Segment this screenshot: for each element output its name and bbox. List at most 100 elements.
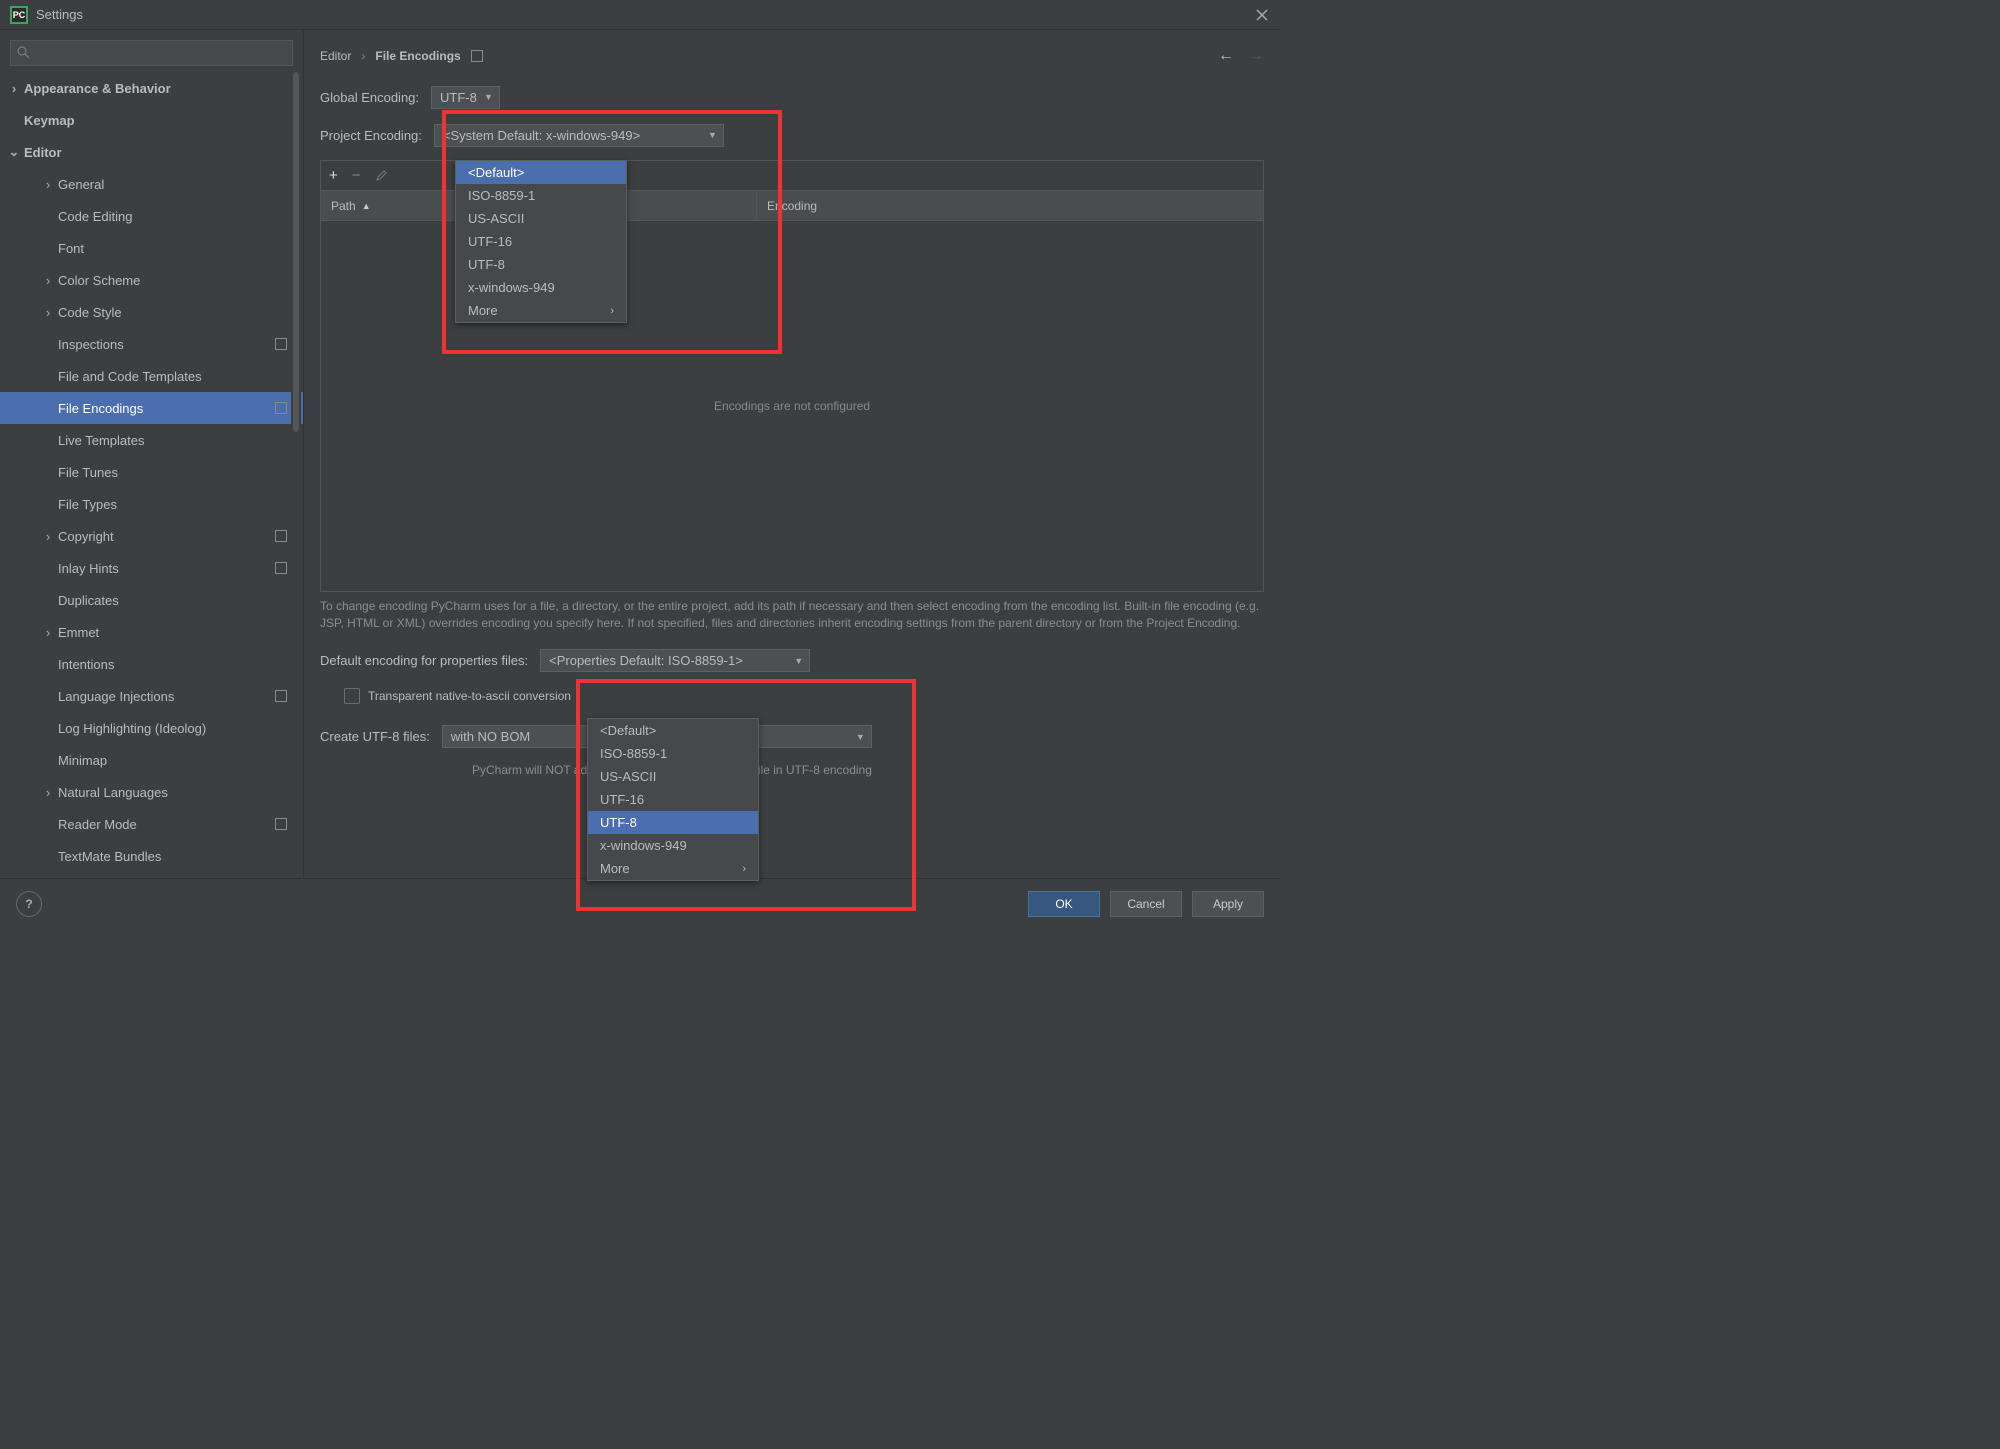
dropdown-item[interactable]: UTF-16 bbox=[456, 230, 626, 253]
sidebar-item[interactable]: ›Code Style bbox=[0, 296, 303, 328]
sidebar-item[interactable]: Code Editing bbox=[0, 200, 303, 232]
sidebar-item-label: Font bbox=[58, 241, 84, 256]
sidebar-item-label: Editor bbox=[24, 145, 62, 160]
dropdown-item[interactable]: <Default> bbox=[588, 719, 758, 742]
scope-icon bbox=[275, 562, 287, 574]
sidebar-item[interactable]: Minimap bbox=[0, 744, 303, 776]
titlebar: PC Settings bbox=[0, 0, 1280, 30]
scope-icon bbox=[275, 818, 287, 830]
sidebar-item[interactable]: TODO bbox=[0, 872, 303, 878]
dropdown-item-label: <Default> bbox=[468, 165, 524, 180]
sidebar-item[interactable]: Language Injections bbox=[0, 680, 303, 712]
footer: ? OK Cancel Apply bbox=[0, 878, 1280, 928]
sort-asc-icon: ▲ bbox=[362, 201, 371, 211]
breadcrumb-parent[interactable]: Editor bbox=[320, 49, 351, 63]
sidebar-item[interactable]: TextMate Bundles bbox=[0, 840, 303, 872]
tree-arrow-icon: › bbox=[8, 81, 20, 96]
sidebar-item[interactable]: Duplicates bbox=[0, 584, 303, 616]
dropdown-item[interactable]: US-ASCII bbox=[588, 765, 758, 788]
dropdown-item-label: UTF-16 bbox=[600, 792, 644, 807]
dropdown-item[interactable]: UTF-16 bbox=[588, 788, 758, 811]
encoding-popup-project[interactable]: <Default> ISO-8859-1US-ASCIIUTF-16 UTF-8 x-… bbox=[455, 160, 627, 323]
add-icon[interactable]: + bbox=[329, 167, 338, 184]
nav-forward-icon: → bbox=[1248, 47, 1264, 65]
sidebar-item[interactable]: ⌄ Editor bbox=[0, 136, 303, 168]
sidebar-item[interactable]: ›Natural Languages bbox=[0, 776, 303, 808]
native-to-ascii-checkbox[interactable] bbox=[344, 688, 360, 704]
sidebar-item[interactable]: Reader Mode bbox=[0, 808, 303, 840]
dropdown-item-label: UTF-8 bbox=[468, 257, 505, 272]
chevron-down-icon: ▼ bbox=[484, 92, 493, 102]
sidebar-item-label: General bbox=[58, 177, 104, 192]
properties-encoding-dropdown[interactable]: <Properties Default: ISO-8859-1> ▼ bbox=[540, 649, 810, 672]
encoding-popup-properties[interactable]: <Default>ISO-8859-1US-ASCII UTF-16 UTF-8 x-… bbox=[587, 718, 759, 881]
help-button[interactable]: ? bbox=[16, 891, 42, 917]
dropdown-item-label: More bbox=[468, 303, 498, 318]
sidebar-item-label: Inlay Hints bbox=[58, 561, 119, 576]
sidebar-item[interactable]: ›Copyright bbox=[0, 520, 303, 552]
sidebar-item-label: Appearance & Behavior bbox=[24, 81, 171, 96]
sidebar-item[interactable]: Keymap bbox=[0, 104, 303, 136]
tree-arrow-icon: › bbox=[42, 177, 54, 192]
global-encoding-dropdown[interactable]: UTF-8 ▼ bbox=[431, 86, 500, 109]
close-icon[interactable] bbox=[1254, 7, 1270, 23]
main-panel: Editor › File Encodings ← → Global Encod… bbox=[304, 30, 1280, 878]
sidebar-item[interactable]: › Appearance & Behavior bbox=[0, 72, 303, 104]
settings-window: PC Settings › Appearance & Behavior Keymap… bbox=[0, 0, 1280, 928]
settings-tree[interactable]: › Appearance & Behavior Keymap ⌄ Editor › Gene… bbox=[0, 72, 303, 878]
sidebar-item-label: File Tunes bbox=[58, 465, 118, 480]
dropdown-item[interactable]: UTF-8 bbox=[456, 253, 626, 276]
sidebar-item-label: Minimap bbox=[58, 753, 107, 768]
sidebar-item[interactable]: File Encodings bbox=[0, 392, 303, 424]
sidebar-item-label: Live Templates bbox=[58, 433, 144, 448]
sidebar-item-label: Log Highlighting (Ideolog) bbox=[58, 721, 206, 736]
search-input[interactable] bbox=[10, 40, 293, 66]
window-title: Settings bbox=[36, 7, 83, 22]
sidebar-item[interactable]: ›Emmet bbox=[0, 616, 303, 648]
dropdown-item[interactable]: <Default> bbox=[456, 161, 626, 184]
chevron-down-icon: ▼ bbox=[708, 130, 717, 140]
sidebar-item[interactable]: ›Color Scheme bbox=[0, 264, 303, 296]
dropdown-item[interactable]: x-windows-949 bbox=[456, 276, 626, 299]
tree-scrollbar[interactable] bbox=[291, 72, 301, 878]
dropdown-item[interactable]: US-ASCII bbox=[456, 207, 626, 230]
table-empty-text: Encodings are not configured bbox=[714, 399, 870, 413]
sidebar-item[interactable]: › General bbox=[0, 168, 303, 200]
sidebar-item[interactable]: File Types bbox=[0, 488, 303, 520]
sidebar-item-label: Duplicates bbox=[58, 593, 119, 608]
cancel-button[interactable]: Cancel bbox=[1110, 891, 1182, 917]
sidebar-item[interactable]: Log Highlighting (Ideolog) bbox=[0, 712, 303, 744]
dropdown-item[interactable]: More› bbox=[456, 299, 626, 322]
project-encoding-dropdown[interactable]: <System Default: x-windows-949> ▼ bbox=[434, 124, 724, 147]
dropdown-item[interactable]: UTF-8 bbox=[588, 811, 758, 834]
sidebar-item-label: Reader Mode bbox=[58, 817, 137, 832]
sidebar-item[interactable]: File and Code Templates bbox=[0, 360, 303, 392]
breadcrumb-current: File Encodings bbox=[375, 49, 460, 63]
apply-button[interactable]: Apply bbox=[1192, 891, 1264, 917]
sidebar-item[interactable]: Intentions bbox=[0, 648, 303, 680]
sidebar-item-label: Keymap bbox=[24, 113, 75, 128]
sidebar-item-label: Natural Languages bbox=[58, 785, 168, 800]
dropdown-item[interactable]: More› bbox=[588, 857, 758, 880]
sidebar-item[interactable]: Live Templates bbox=[0, 424, 303, 456]
sidebar-item[interactable]: Font bbox=[0, 232, 303, 264]
dropdown-item-label: UTF-8 bbox=[600, 815, 637, 830]
global-encoding-label: Global Encoding: bbox=[320, 90, 419, 105]
ok-button[interactable]: OK bbox=[1028, 891, 1100, 917]
dropdown-item[interactable]: ISO-8859-1 bbox=[456, 184, 626, 207]
chevron-down-icon: ▼ bbox=[794, 656, 803, 666]
scope-icon bbox=[275, 402, 287, 414]
properties-encoding-label: Default encoding for properties files: bbox=[320, 653, 528, 668]
sidebar-item[interactable]: Inspections bbox=[0, 328, 303, 360]
dropdown-item[interactable]: x-windows-949 bbox=[588, 834, 758, 857]
col-encoding[interactable]: Encoding bbox=[757, 191, 1263, 220]
dropdown-item[interactable]: ISO-8859-1 bbox=[588, 742, 758, 765]
tree-arrow-icon: ⌄ bbox=[8, 144, 20, 160]
tree-arrow-icon: › bbox=[42, 305, 54, 320]
scope-icon bbox=[471, 50, 483, 62]
sidebar-item[interactable]: File Tunes bbox=[0, 456, 303, 488]
native-to-ascii-label: Transparent native-to-ascii conversion bbox=[368, 689, 571, 703]
nav-back-icon[interactable]: ← bbox=[1218, 47, 1234, 65]
sidebar-item-label: Copyright bbox=[58, 529, 114, 544]
sidebar-item[interactable]: Inlay Hints bbox=[0, 552, 303, 584]
